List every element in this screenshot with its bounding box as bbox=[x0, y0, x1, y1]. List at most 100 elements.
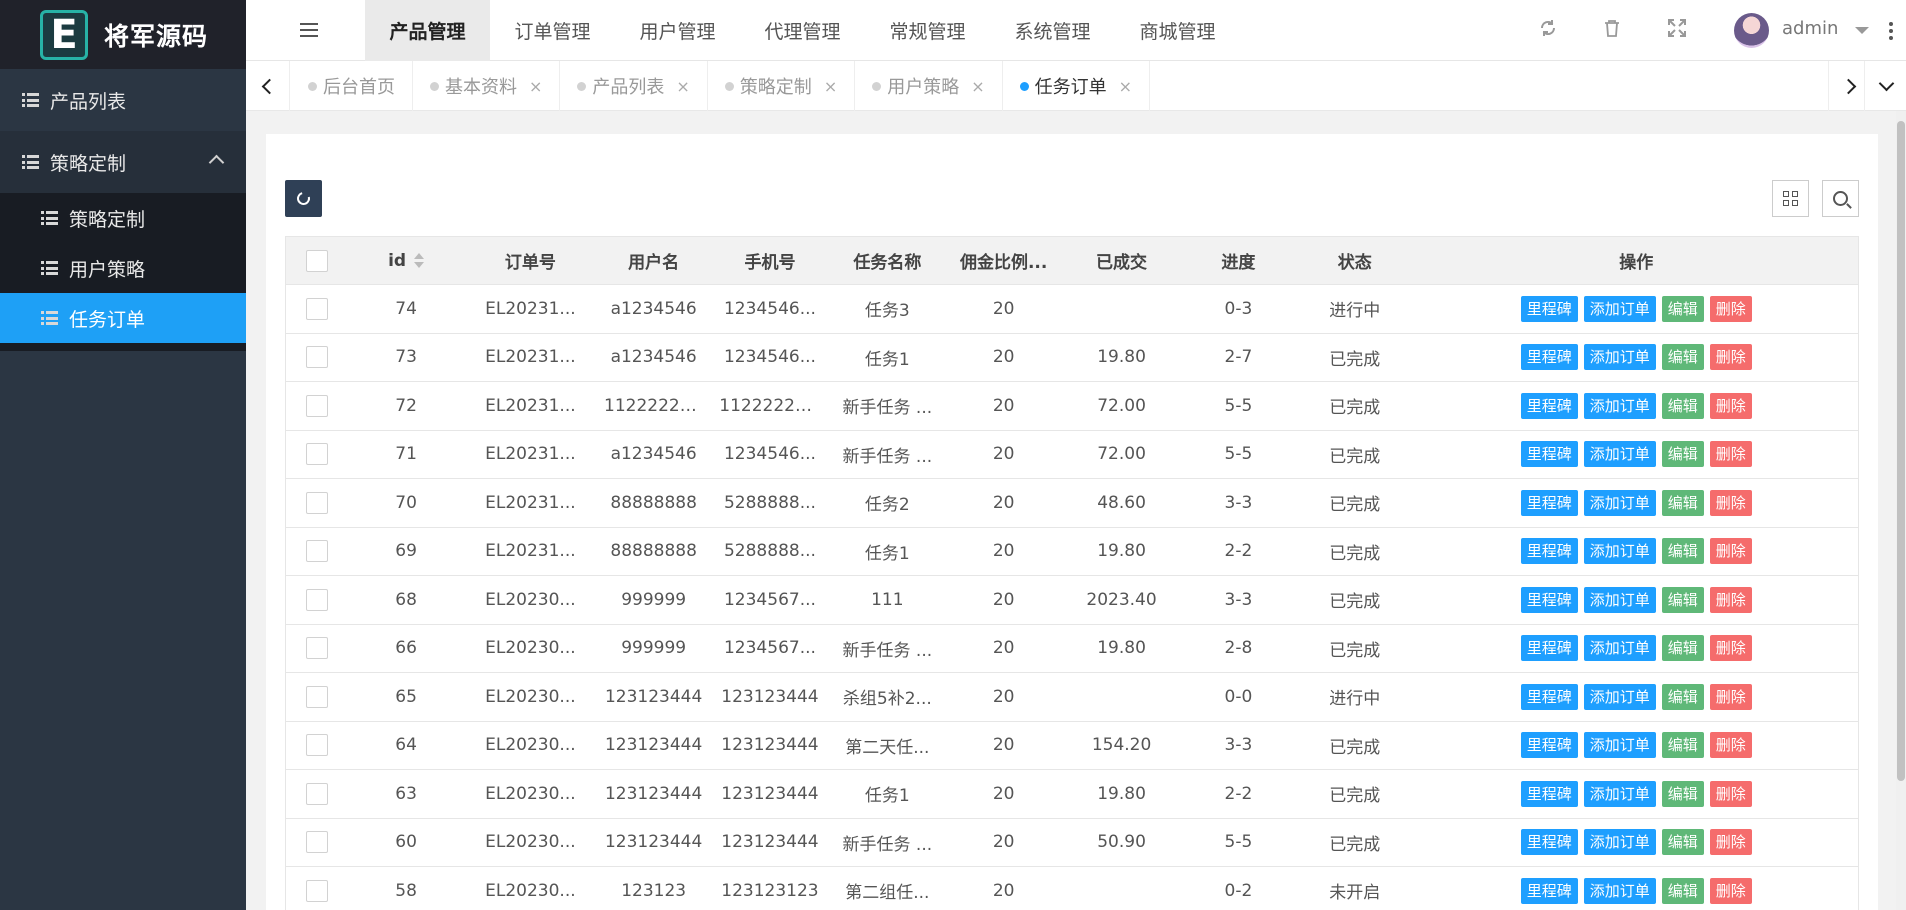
sidebar-subitem-user-strategy[interactable]: 用户策略 bbox=[0, 243, 246, 293]
sidebar-item-strategy[interactable]: 策略定制 bbox=[0, 131, 246, 193]
row-checkbox[interactable] bbox=[305, 346, 328, 369]
row-checkbox[interactable] bbox=[305, 443, 328, 466]
avatar[interactable] bbox=[1734, 13, 1769, 48]
edit-button[interactable]: 编辑 bbox=[1661, 683, 1704, 710]
close-icon[interactable]: × bbox=[1119, 77, 1132, 96]
tab-profile[interactable]: 基本资料 × bbox=[413, 61, 561, 111]
row-checkbox[interactable] bbox=[305, 734, 328, 757]
close-icon[interactable]: × bbox=[824, 77, 837, 96]
add-order-button[interactable]: 添加订单 bbox=[1583, 683, 1656, 710]
edit-button[interactable]: 编辑 bbox=[1661, 538, 1704, 565]
top-nav-mall[interactable]: 商城管理 bbox=[1115, 0, 1240, 61]
row-checkbox[interactable] bbox=[305, 394, 328, 417]
edit-button[interactable]: 编辑 bbox=[1661, 392, 1704, 419]
row-checkbox[interactable] bbox=[305, 879, 328, 902]
milestone-button[interactable]: 里程碑 bbox=[1520, 635, 1578, 662]
select-all-header[interactable] bbox=[285, 236, 348, 285]
close-icon[interactable]: × bbox=[529, 77, 542, 96]
edit-button[interactable]: 编辑 bbox=[1661, 780, 1704, 807]
user-name[interactable]: admin bbox=[1782, 18, 1838, 39]
delete-button[interactable]: 删除 bbox=[1709, 877, 1752, 904]
milestone-button[interactable]: 里程碑 bbox=[1520, 441, 1578, 468]
delete-button[interactable]: 删除 bbox=[1709, 732, 1752, 759]
milestone-button[interactable]: 里程碑 bbox=[1520, 732, 1578, 759]
add-order-button[interactable]: 添加订单 bbox=[1583, 441, 1656, 468]
delete-button[interactable]: 删除 bbox=[1709, 586, 1752, 613]
tab-strategy[interactable]: 策略定制 × bbox=[708, 61, 856, 111]
column-header-id[interactable]: id bbox=[347, 236, 465, 285]
add-order-button[interactable]: 添加订单 bbox=[1583, 586, 1656, 613]
delete-button[interactable]: 删除 bbox=[1709, 780, 1752, 807]
add-order-button[interactable]: 添加订单 bbox=[1583, 635, 1656, 662]
search-toggle-button[interactable] bbox=[1822, 180, 1859, 217]
edit-button[interactable]: 编辑 bbox=[1661, 295, 1704, 322]
tab-user-strategy[interactable]: 用户策略 × bbox=[855, 61, 1003, 111]
column-filter-button[interactable] bbox=[1772, 180, 1809, 217]
close-icon[interactable]: × bbox=[971, 77, 984, 96]
row-checkbox[interactable] bbox=[305, 588, 328, 611]
tab-home[interactable]: 后台首页 bbox=[291, 61, 413, 111]
milestone-button[interactable]: 里程碑 bbox=[1520, 877, 1578, 904]
add-order-button[interactable]: 添加订单 bbox=[1583, 780, 1656, 807]
edit-button[interactable]: 编辑 bbox=[1661, 829, 1704, 856]
more-icon[interactable] bbox=[1889, 22, 1893, 40]
delete-button[interactable]: 删除 bbox=[1709, 295, 1752, 322]
select-all-checkbox[interactable] bbox=[305, 249, 328, 272]
tab-menu-chevron-down-icon[interactable] bbox=[1864, 61, 1906, 111]
delete-button[interactable]: 删除 bbox=[1709, 392, 1752, 419]
chevron-down-icon[interactable] bbox=[1855, 27, 1869, 34]
sidebar-item-product-list[interactable]: 产品列表 bbox=[0, 69, 246, 131]
top-nav-user[interactable]: 用户管理 bbox=[615, 0, 740, 61]
row-checkbox[interactable] bbox=[305, 685, 328, 708]
tab-scroll-left-icon[interactable] bbox=[246, 61, 290, 111]
scrollbar-thumb[interactable] bbox=[1897, 121, 1905, 781]
top-nav-system[interactable]: 系统管理 bbox=[990, 0, 1115, 61]
milestone-button[interactable]: 里程碑 bbox=[1520, 392, 1578, 419]
delete-button[interactable]: 删除 bbox=[1709, 441, 1752, 468]
page-scrollbar[interactable] bbox=[1896, 111, 1906, 910]
row-checkbox[interactable] bbox=[305, 491, 328, 514]
row-checkbox[interactable] bbox=[305, 540, 328, 563]
edit-button[interactable]: 编辑 bbox=[1661, 635, 1704, 662]
collapse-menu-icon[interactable] bbox=[300, 23, 318, 37]
trash-icon[interactable] bbox=[1599, 17, 1625, 43]
delete-button[interactable]: 删除 bbox=[1709, 635, 1752, 662]
edit-button[interactable]: 编辑 bbox=[1661, 732, 1704, 759]
top-nav-general[interactable]: 常规管理 bbox=[865, 0, 990, 61]
tab-product-list[interactable]: 产品列表 × bbox=[560, 61, 708, 111]
edit-button[interactable]: 编辑 bbox=[1661, 441, 1704, 468]
add-order-button[interactable]: 添加订单 bbox=[1583, 489, 1656, 516]
delete-button[interactable]: 删除 bbox=[1709, 489, 1752, 516]
close-icon[interactable]: × bbox=[676, 77, 689, 96]
milestone-button[interactable]: 里程碑 bbox=[1520, 683, 1578, 710]
delete-button[interactable]: 删除 bbox=[1709, 344, 1752, 371]
milestone-button[interactable]: 里程碑 bbox=[1520, 780, 1578, 807]
milestone-button[interactable]: 里程碑 bbox=[1520, 586, 1578, 613]
delete-button[interactable]: 删除 bbox=[1709, 538, 1752, 565]
refresh-icon[interactable] bbox=[1535, 17, 1561, 43]
row-checkbox[interactable] bbox=[305, 297, 328, 320]
milestone-button[interactable]: 里程碑 bbox=[1520, 344, 1578, 371]
add-order-button[interactable]: 添加订单 bbox=[1583, 538, 1656, 565]
sidebar-subitem-task-orders[interactable]: 任务订单 bbox=[0, 293, 246, 343]
logo[interactable]: E 将军源码 bbox=[0, 0, 246, 69]
add-order-button[interactable]: 添加订单 bbox=[1583, 829, 1656, 856]
sort-icon[interactable] bbox=[414, 252, 425, 269]
edit-button[interactable]: 编辑 bbox=[1661, 877, 1704, 904]
edit-button[interactable]: 编辑 bbox=[1661, 586, 1704, 613]
milestone-button[interactable]: 里程碑 bbox=[1520, 829, 1578, 856]
add-order-button[interactable]: 添加订单 bbox=[1583, 732, 1656, 759]
table-refresh-button[interactable] bbox=[285, 180, 322, 217]
row-checkbox[interactable] bbox=[305, 831, 328, 854]
add-order-button[interactable]: 添加订单 bbox=[1583, 295, 1656, 322]
milestone-button[interactable]: 里程碑 bbox=[1520, 538, 1578, 565]
top-nav-agent[interactable]: 代理管理 bbox=[740, 0, 865, 61]
delete-button[interactable]: 删除 bbox=[1709, 829, 1752, 856]
fullscreen-icon[interactable] bbox=[1664, 17, 1690, 43]
delete-button[interactable]: 删除 bbox=[1709, 683, 1752, 710]
add-order-button[interactable]: 添加订单 bbox=[1583, 392, 1656, 419]
tab-task-orders[interactable]: 任务订单 × bbox=[1003, 61, 1151, 111]
row-checkbox[interactable] bbox=[305, 637, 328, 660]
milestone-button[interactable]: 里程碑 bbox=[1520, 489, 1578, 516]
row-checkbox[interactable] bbox=[305, 782, 328, 805]
